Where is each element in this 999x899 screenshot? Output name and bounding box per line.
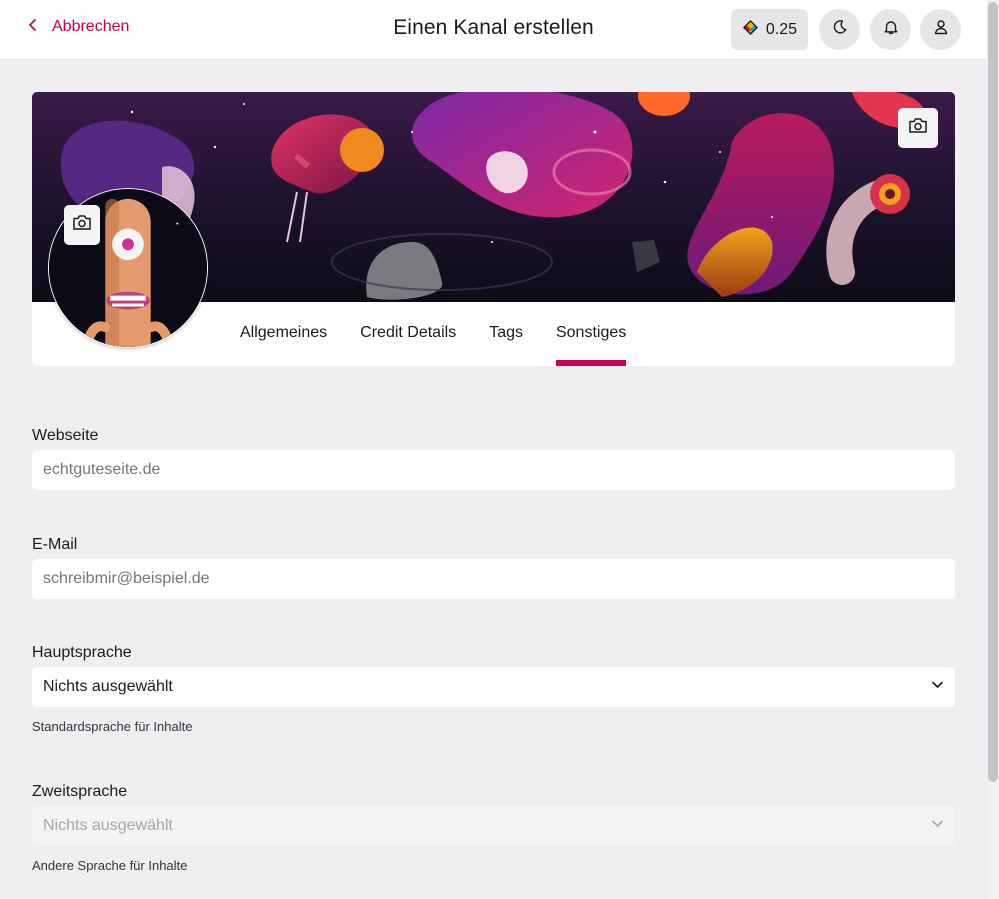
main-language-value: Nichts ausgewählt bbox=[43, 678, 173, 695]
channel-tabs: Allgemeines Credit Details Tags Sonstige… bbox=[240, 302, 659, 366]
second-language-hint: Andere Sprache für Inhalte bbox=[32, 858, 188, 873]
email-label: E-Mail bbox=[32, 536, 78, 553]
camera-icon bbox=[908, 117, 928, 139]
top-bar: Abbrechen Einen Kanal erstellen 0.25 bbox=[0, 0, 987, 60]
tab-allgemeines[interactable]: Allgemeines bbox=[240, 302, 327, 366]
second-language-value: Nichts ausgewählt bbox=[43, 817, 173, 834]
website-input[interactable] bbox=[32, 450, 955, 490]
main-language-hint: Standardsprache für Inhalte bbox=[32, 719, 193, 734]
credits-button[interactable]: 0.25 bbox=[731, 9, 808, 50]
upload-banner-button[interactable] bbox=[898, 108, 938, 148]
credits-value: 0.25 bbox=[765, 20, 798, 38]
dark-mode-toggle[interactable] bbox=[819, 9, 860, 50]
second-language-label: Zweitsprache bbox=[32, 783, 128, 800]
main-language-select[interactable]: Nichts ausgewählt bbox=[32, 667, 955, 707]
camera-icon bbox=[72, 214, 92, 236]
main-language-label: Hauptsprache bbox=[32, 644, 132, 661]
bell-icon bbox=[883, 19, 899, 40]
chevron-down-icon bbox=[931, 817, 944, 835]
tab-tags[interactable]: Tags bbox=[489, 302, 523, 366]
user-icon bbox=[933, 19, 949, 40]
profile-button[interactable] bbox=[920, 9, 961, 50]
tab-sonstiges[interactable]: Sonstiges bbox=[555, 302, 627, 366]
credits-gem-icon bbox=[742, 19, 759, 41]
email-input[interactable] bbox=[32, 559, 955, 599]
notifications-button[interactable] bbox=[870, 9, 911, 50]
chevron-down-icon bbox=[931, 678, 944, 696]
tab-credit-details[interactable]: Credit Details bbox=[360, 302, 456, 366]
moon-icon bbox=[832, 19, 848, 40]
second-language-select[interactable]: Nichts ausgewählt bbox=[32, 806, 955, 846]
website-label: Webseite bbox=[32, 427, 99, 444]
scrollbar-thumb[interactable] bbox=[988, 2, 998, 782]
upload-avatar-button[interactable] bbox=[64, 205, 100, 245]
